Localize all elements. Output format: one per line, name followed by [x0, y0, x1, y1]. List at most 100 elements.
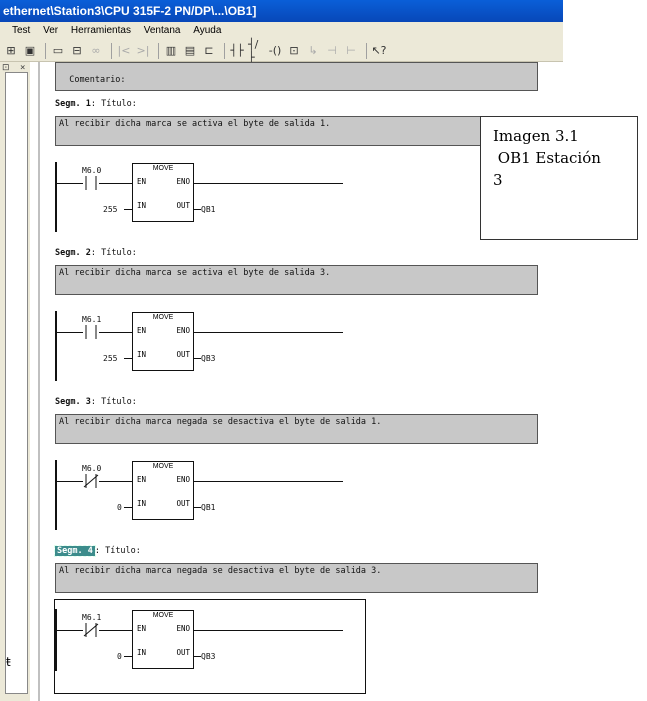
network-view-icon[interactable]: ⊞ [3, 43, 19, 59]
wire [99, 183, 132, 184]
caption-line-2: OB1 Estación [493, 149, 601, 167]
block-name: MOVE [152, 165, 174, 172]
window-title: ethernet\Station3\CPU 315F-2 PN/DP\...\O… [0, 0, 563, 22]
out-operand[interactable]: QB3 [201, 354, 215, 363]
wire [57, 630, 83, 631]
segment-comment-text: Al recibir dicha marca se activa el byte… [59, 268, 331, 278]
move-block[interactable]: MOVE EN ENO IN OUT [132, 610, 194, 669]
monitor-icon[interactable]: ▭ [50, 43, 66, 59]
menu-ayuda[interactable]: Ayuda [193, 25, 221, 36]
segment-number: Segm. 1 [55, 99, 91, 109]
pin-en: EN [137, 177, 147, 186]
segment-number: Segm. 3 [55, 397, 91, 407]
segment-number: Segm. 2 [55, 248, 91, 258]
in-operand[interactable]: 255 [103, 205, 117, 214]
wire [99, 630, 132, 631]
contact-address: M6.1 [82, 613, 102, 622]
out-operand[interactable]: QB1 [201, 503, 215, 512]
segment-number: Segm. 4 [54, 545, 96, 557]
in-operand[interactable]: 255 [103, 354, 117, 363]
splitter[interactable] [38, 62, 40, 701]
panel-pin-icon[interactable]: ŧ [6, 655, 11, 669]
pin-out: OUT [176, 499, 190, 508]
wire [124, 507, 132, 508]
in-operand[interactable]: 0 [117, 652, 122, 661]
block-comment[interactable]: Comentario: [55, 62, 538, 91]
contact-address: M6.0 [82, 166, 102, 175]
first-icon[interactable]: |< [116, 43, 132, 59]
overview-icon[interactable]: ▥ [163, 43, 179, 59]
last-icon[interactable]: >| [135, 43, 151, 59]
move-block[interactable]: MOVE EN ENO IN OUT [132, 312, 194, 371]
toolbar-separator [111, 42, 112, 59]
wire [193, 656, 201, 657]
branch-open-icon[interactable]: ↳ [305, 43, 321, 59]
menu-herramientas[interactable]: Herramientas [71, 25, 131, 36]
segment-title[interactable]: Segm. 3: Título: [55, 397, 137, 407]
no-contact-icon[interactable]: ┤├ [229, 43, 245, 59]
out-operand[interactable]: QB1 [201, 205, 215, 214]
segment-comment[interactable]: Al recibir dicha marca negada se desacti… [55, 414, 538, 444]
nc-contact-icon[interactable]: ┤/├ [248, 38, 264, 64]
connection-icon[interactable]: ⊢ [343, 43, 359, 59]
block-name: MOVE [152, 612, 174, 619]
block-name: MOVE [152, 463, 174, 470]
help-icon[interactable]: ↖? [371, 43, 387, 59]
menu-ver[interactable]: Ver [43, 25, 58, 36]
wire [193, 481, 343, 482]
branch-close-icon[interactable]: ⊣ [324, 43, 340, 59]
segment-title-text: : Título: [90, 397, 137, 407]
wire [193, 183, 343, 184]
wire [124, 209, 132, 210]
wire [57, 332, 83, 333]
pin-eno: ENO [176, 624, 190, 633]
left-panel-tree[interactable] [5, 72, 28, 694]
details-icon[interactable]: ▤ [182, 43, 198, 59]
segment-title-text: : Título: [90, 99, 137, 109]
pin-en: EN [137, 624, 147, 633]
segment-title-text: : Título: [94, 546, 141, 556]
no-contact-icon[interactable] [83, 325, 99, 339]
glasses-icon[interactable]: ∞ [88, 43, 104, 59]
move-block[interactable]: MOVE EN ENO IN OUT [132, 163, 194, 222]
segment-title[interactable]: Segm. 1: Título: [55, 99, 137, 109]
wire [57, 183, 83, 184]
segment-title[interactable]: Segm. 4: Título: [54, 545, 141, 557]
pin-en: EN [137, 475, 147, 484]
menu-bar: Test Ver Herramientas Ventana Ayuda [0, 22, 563, 40]
toolbar-separator [158, 42, 159, 59]
caption-line-3: 3 [493, 171, 503, 189]
pin-eno: ENO [176, 326, 190, 335]
power-rail [55, 162, 57, 232]
in-operand[interactable]: 0 [117, 503, 122, 512]
pin-out: OUT [176, 648, 190, 657]
nc-contact-icon[interactable] [83, 623, 99, 637]
power-rail [55, 460, 57, 530]
network-icon[interactable]: ⊟ [69, 43, 85, 59]
segment-comment[interactable]: Al recibir dicha marca se activa el byte… [55, 116, 538, 146]
module-icon[interactable]: ▣ [22, 43, 38, 59]
nno-icon[interactable]: ⊏ [201, 43, 217, 59]
block-comment-label: Comentario: [69, 75, 126, 85]
segment-comment[interactable]: Al recibir dicha marca se activa el byte… [55, 265, 538, 295]
toolbar-separator [366, 42, 367, 59]
coil-icon[interactable]: -() [267, 43, 283, 59]
segment-comment[interactable]: Al recibir dicha marca negada se desacti… [55, 563, 538, 593]
move-block[interactable]: MOVE EN ENO IN OUT [132, 461, 194, 520]
pin-in: IN [137, 499, 147, 508]
out-operand[interactable]: QB3 [201, 652, 215, 661]
wire [124, 358, 132, 359]
pin-in: IN [137, 648, 147, 657]
box-icon[interactable]: ⊡ [286, 43, 302, 59]
nc-contact-icon[interactable] [83, 474, 99, 488]
menu-ventana[interactable]: Ventana [144, 25, 181, 36]
wire [99, 332, 132, 333]
pin-en: EN [137, 326, 147, 335]
menu-test[interactable]: Test [12, 25, 30, 36]
block-name: MOVE [152, 314, 174, 321]
wire [99, 481, 132, 482]
no-contact-icon[interactable] [83, 176, 99, 190]
segment-title[interactable]: Segm. 2: Título: [55, 248, 137, 258]
segment-comment-text: Al recibir dicha marca negada se desacti… [59, 417, 382, 427]
wire [124, 656, 132, 657]
